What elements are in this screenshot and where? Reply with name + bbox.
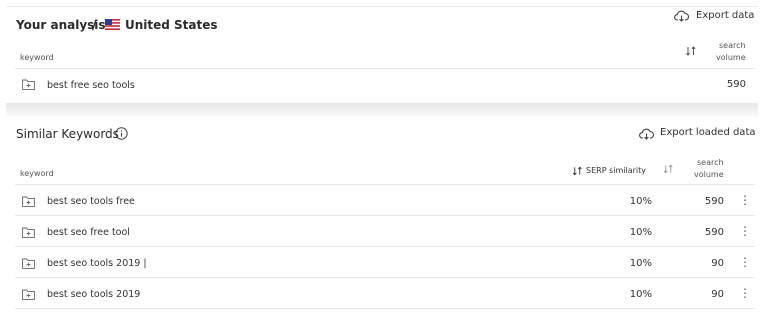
column-volume-header-line2: volume: [716, 53, 746, 62]
row-keyword[interactable]: best seo free tool: [47, 227, 130, 238]
more-vertical-icon[interactable]: ⋮: [739, 287, 751, 299]
column-volume-header-line1: search: [719, 41, 746, 50]
row-similarity: 10%: [629, 258, 652, 269]
breadcrumb-separator: /: [92, 18, 97, 32]
export-data-label: Export data: [696, 10, 755, 21]
export-loaded-data-button[interactable]: Export loaded data: [639, 127, 757, 141]
folder-add-icon[interactable]: [22, 289, 35, 300]
export-loaded-data-label: Export loaded data: [660, 127, 756, 138]
cloud-download-icon: [674, 10, 689, 22]
similar-keywords-title: Similar Keywords: [16, 127, 119, 141]
similar-column-volume-header-line1: search: [697, 158, 724, 167]
similar-column-keyword-header: keyword: [20, 169, 54, 178]
section-divider: [6, 103, 758, 116]
row-keyword[interactable]: best seo tools free: [47, 196, 135, 207]
country-name: United States: [125, 18, 218, 32]
folder-add-icon[interactable]: [22, 258, 35, 269]
row-divider: [15, 215, 755, 216]
serp-similarity-sort-button[interactable]: SERP similarity: [572, 165, 657, 177]
folder-add-icon[interactable]: [22, 196, 35, 207]
column-keyword-header: keyword: [20, 53, 54, 62]
more-vertical-icon[interactable]: ⋮: [739, 194, 751, 206]
sort-icon[interactable]: [685, 46, 697, 56]
more-vertical-icon[interactable]: ⋮: [739, 256, 751, 268]
row-keyword[interactable]: best seo tools 2019: [47, 289, 140, 300]
cloud-download-icon: [639, 128, 654, 140]
row-volume: 90: [711, 258, 724, 269]
row-similarity: 10%: [629, 227, 652, 238]
row-divider: [15, 277, 755, 278]
row-divider: [15, 308, 755, 309]
row-similarity: 10%: [629, 289, 652, 300]
header-divider: [15, 68, 755, 69]
row-similarity: 10%: [629, 196, 652, 207]
sort-icon: [572, 166, 582, 176]
similar-column-volume-header-line2: volume: [694, 170, 724, 179]
row-keyword[interactable]: best seo tools 2019 |: [47, 258, 147, 269]
analysis-volume: 590: [726, 79, 746, 90]
row-volume: 590: [704, 227, 724, 238]
folder-add-icon[interactable]: [22, 79, 35, 90]
row-volume: 90: [711, 289, 724, 300]
row-divider: [15, 246, 755, 247]
header-divider: [15, 184, 755, 185]
info-icon[interactable]: [115, 127, 128, 140]
more-vertical-icon[interactable]: ⋮: [739, 225, 751, 237]
folder-add-icon[interactable]: [22, 227, 35, 238]
analysis-keyword[interactable]: best free seo tools: [47, 80, 135, 91]
row-volume: 590: [704, 196, 724, 207]
serp-similarity-header: SERP similarity: [586, 166, 646, 175]
us-flag-icon: [105, 19, 120, 30]
export-data-button[interactable]: Export data: [674, 9, 754, 23]
sort-icon[interactable]: [663, 164, 674, 174]
